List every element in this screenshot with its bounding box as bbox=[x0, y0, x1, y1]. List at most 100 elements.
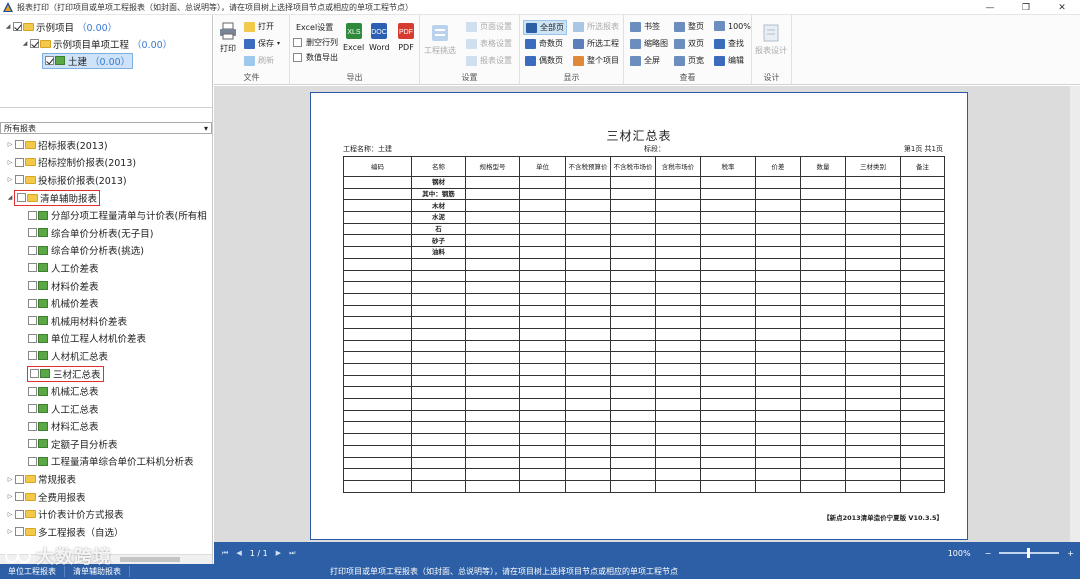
tree-group[interactable]: ▷ 招标控制价报表(2013) bbox=[0, 154, 212, 172]
checkbox[interactable] bbox=[15, 140, 24, 150]
checkbox[interactable] bbox=[13, 22, 22, 31]
collapse-arrow-icon[interactable]: ◢ bbox=[3, 23, 13, 30]
checkbox[interactable] bbox=[28, 245, 37, 255]
checkbox[interactable] bbox=[15, 527, 24, 537]
prev-page-icon[interactable]: ◀ bbox=[236, 549, 241, 557]
checkbox[interactable] bbox=[15, 157, 24, 167]
find-button[interactable]: 查找 bbox=[714, 38, 744, 49]
open-button[interactable]: 打开 bbox=[244, 21, 274, 32]
tree-item[interactable]: 单位工程人材机价差表 bbox=[0, 330, 212, 348]
table-setup-button[interactable]: 表格设置 bbox=[466, 38, 512, 49]
scrollbar-thumb[interactable] bbox=[120, 557, 180, 562]
minimize-button[interactable]: — bbox=[972, 0, 1008, 15]
refresh-button[interactable]: 刷新 bbox=[244, 55, 274, 66]
tree-item[interactable]: 定额子目分析表 bbox=[0, 435, 212, 453]
expand-arrow-icon[interactable]: ▷ bbox=[5, 159, 15, 166]
tree-item[interactable]: 材料价差表 bbox=[0, 277, 212, 295]
tree-item[interactable]: 综合单价分析表(无子目) bbox=[0, 224, 212, 242]
page-width-button[interactable]: 页宽 bbox=[674, 55, 704, 66]
thumbnail-button[interactable]: 缩略图 bbox=[630, 38, 668, 49]
data-export-checkbox[interactable]: 数值导出 bbox=[293, 52, 338, 63]
bookmark-button[interactable]: 书签 bbox=[630, 21, 660, 32]
print-button[interactable]: 打印 bbox=[218, 21, 238, 54]
tree-node-unit-project[interactable]: 土建 （0.00） bbox=[0, 52, 212, 69]
first-page-icon[interactable]: ⏮ bbox=[222, 549, 228, 558]
checkbox[interactable] bbox=[45, 56, 54, 65]
expand-arrow-icon[interactable]: ▷ bbox=[5, 493, 15, 500]
expand-arrow-icon[interactable]: ▷ bbox=[5, 528, 15, 535]
checkbox[interactable] bbox=[28, 298, 37, 308]
vertical-scrollbar[interactable] bbox=[1070, 86, 1080, 542]
checkbox[interactable] bbox=[28, 228, 37, 238]
checkbox[interactable] bbox=[28, 351, 37, 361]
zoom-100-button[interactable]: 100% bbox=[714, 21, 751, 31]
selected-project-button[interactable]: 所选工程 bbox=[573, 38, 619, 49]
tree-item[interactable]: 材料汇总表 bbox=[0, 418, 212, 436]
tree-group[interactable]: ▷ 投标报价报表(2013) bbox=[0, 171, 212, 189]
tree-node-project[interactable]: ◢ 示例项目 （0.00） bbox=[0, 18, 212, 35]
report-preview-area[interactable]: 三材汇总表 工程名称：土建 标段： 第1页 共1页 编码 名称 规格型号 单位 不含税预… bbox=[214, 86, 1080, 542]
collapse-arrow-icon[interactable]: ◢ bbox=[20, 40, 30, 47]
selected-node[interactable]: 土建 （0.00） bbox=[42, 52, 134, 69]
all-pages-button[interactable]: 全部页 bbox=[523, 20, 567, 35]
zoom-slider[interactable] bbox=[999, 548, 1060, 558]
checkbox[interactable] bbox=[28, 404, 37, 414]
checkbox[interactable] bbox=[30, 369, 39, 379]
whole-project-button[interactable]: 整个项目 bbox=[573, 55, 619, 66]
checkbox[interactable] bbox=[28, 421, 37, 431]
expand-arrow-icon[interactable]: ▷ bbox=[5, 141, 15, 148]
page-setup-button[interactable]: 页面设置 bbox=[466, 21, 512, 32]
export-excel-button[interactable]: XLS Excel bbox=[343, 21, 364, 52]
collapse-arrow-icon[interactable]: ◢ bbox=[5, 194, 15, 201]
report-setup-button[interactable]: 报表设置 bbox=[466, 55, 512, 66]
restore-button[interactable]: ❐ bbox=[1008, 0, 1044, 15]
tree-item[interactable]: 人材机汇总表 bbox=[0, 347, 212, 365]
checkbox[interactable] bbox=[28, 316, 37, 326]
checkbox[interactable] bbox=[293, 38, 302, 47]
tree-item[interactable]: 工程量清单综合单价工料机分析表 bbox=[0, 453, 212, 471]
checkbox[interactable] bbox=[17, 193, 26, 203]
tree-item[interactable]: 三材汇总表 bbox=[0, 365, 212, 383]
checkbox[interactable] bbox=[28, 386, 37, 396]
tree-group[interactable]: ▷ 招标报表(2013) bbox=[0, 136, 212, 154]
checkbox[interactable] bbox=[30, 39, 39, 48]
tree-node-single-project[interactable]: ◢ 示例项目单项工程 （0.00） bbox=[0, 35, 212, 52]
zoom-in-button[interactable]: + bbox=[1067, 549, 1074, 558]
tree-item[interactable]: 综合单价分析表(挑选) bbox=[0, 242, 212, 260]
expand-arrow-icon[interactable]: ▷ bbox=[5, 176, 15, 183]
pick-project-button[interactable]: 工程挑选 bbox=[424, 23, 456, 56]
checkbox[interactable] bbox=[28, 333, 37, 343]
checkbox[interactable] bbox=[28, 210, 37, 220]
tree-item[interactable]: 机械价差表 bbox=[0, 294, 212, 312]
report-design-button[interactable]: 报表设计 bbox=[755, 23, 787, 56]
export-pdf-button[interactable]: PDF PDF bbox=[396, 21, 416, 52]
tree-group[interactable]: ▷ 计价表计价方式报表 bbox=[0, 505, 212, 523]
tree-item[interactable]: 机械用材料价差表 bbox=[0, 312, 212, 330]
odd-pages-button[interactable]: 奇数页 bbox=[525, 38, 563, 49]
next-page-icon[interactable]: ▶ bbox=[276, 549, 281, 557]
save-button[interactable]: 保存 ▾ bbox=[244, 38, 280, 49]
tree-item[interactable]: 机械汇总表 bbox=[0, 382, 212, 400]
double-page-button[interactable]: 双页 bbox=[674, 38, 704, 49]
report-filter-select[interactable]: 所有报表 ▾ bbox=[0, 122, 212, 134]
last-page-icon[interactable]: ⏭ bbox=[289, 549, 295, 558]
tree-group-open[interactable]: ◢ 清单辅助报表 bbox=[0, 189, 212, 207]
excel-settings-button[interactable]: Excel设置 bbox=[296, 22, 333, 33]
checkbox[interactable] bbox=[15, 492, 24, 502]
hide-empty-rows-checkbox[interactable]: 删空行列 bbox=[293, 37, 338, 48]
checkbox[interactable] bbox=[28, 456, 37, 466]
checkbox[interactable] bbox=[28, 263, 37, 273]
checkbox[interactable] bbox=[15, 175, 24, 185]
full-page-button[interactable]: 整页 bbox=[674, 21, 704, 32]
tree-item[interactable]: 人工价差表 bbox=[0, 259, 212, 277]
tree-item[interactable]: 分部分项工程量清单与计价表(所有相 bbox=[0, 206, 212, 224]
expand-arrow-icon[interactable]: ▷ bbox=[5, 511, 15, 518]
export-word-button[interactable]: DOC Word bbox=[369, 21, 390, 52]
fullscreen-button[interactable]: 全屏 bbox=[630, 55, 660, 66]
checkbox[interactable] bbox=[28, 439, 37, 449]
zoom-out-button[interactable]: − bbox=[985, 549, 992, 558]
tree-group[interactable]: ▷ 常规报表 bbox=[0, 470, 212, 488]
checkbox[interactable] bbox=[293, 53, 302, 62]
selected-report-button[interactable]: 所选报表 bbox=[573, 21, 619, 32]
tree-item[interactable]: 人工汇总表 bbox=[0, 400, 212, 418]
